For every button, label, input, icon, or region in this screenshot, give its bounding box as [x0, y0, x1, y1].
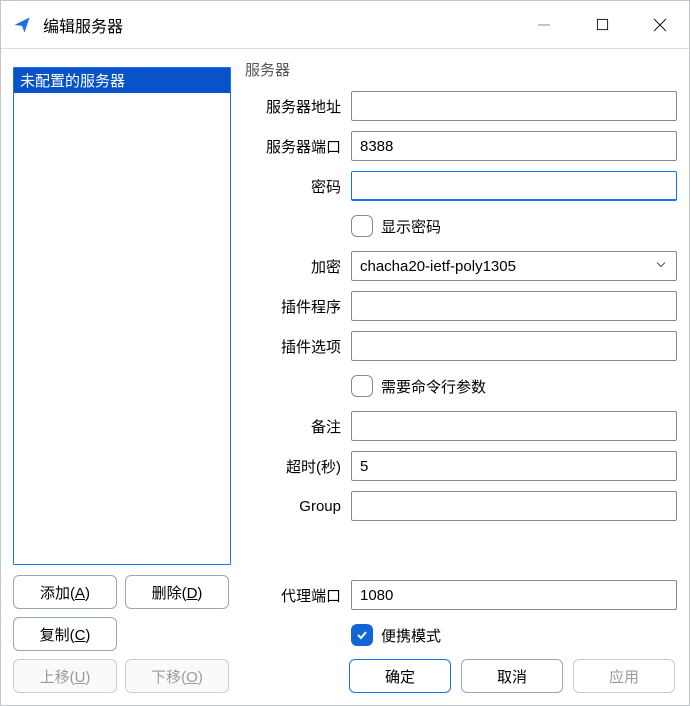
list-buttons: 添加(A) 删除(D) 复制(C) 上移(U) 下移(O): [13, 575, 231, 693]
minimize-button[interactable]: [515, 1, 573, 48]
apply-button: 应用: [573, 659, 675, 693]
footer-buttons: 确定 取消 应用: [245, 659, 677, 693]
moveup-button: 上移(U): [13, 659, 117, 693]
titlebar: 编辑服务器: [1, 1, 689, 49]
timeout-input[interactable]: [351, 451, 677, 481]
close-button[interactable]: [631, 1, 689, 48]
plugin-prog-input[interactable]: [351, 291, 677, 321]
cancel-button[interactable]: 取消: [461, 659, 563, 693]
portable-checkbox[interactable]: [351, 624, 373, 646]
proxy-port-label: 代理端口: [245, 585, 351, 606]
proxy-port-input[interactable]: [351, 580, 677, 610]
app-icon: [11, 14, 33, 36]
content: 未配置的服务器 添加(A) 删除(D) 复制(C) 上移(U) 下移(O) 服务…: [1, 49, 689, 705]
show-password-checkbox[interactable]: [351, 215, 373, 237]
right-column: 服务器 服务器地址 服务器端口 密码: [245, 59, 677, 693]
window-title: 编辑服务器: [43, 13, 123, 37]
remark-input[interactable]: [351, 411, 677, 441]
left-column: 未配置的服务器 添加(A) 删除(D) 复制(C) 上移(U) 下移(O): [13, 59, 231, 693]
group-field-label: Group: [245, 498, 351, 515]
password-input[interactable]: [351, 171, 677, 201]
plugin-prog-label: 插件程序: [245, 296, 351, 317]
timeout-label: 超时(秒): [245, 456, 351, 477]
cli-args-checkbox[interactable]: [351, 375, 373, 397]
server-addr-input[interactable]: [351, 91, 677, 121]
show-password-label: 显示密码: [381, 216, 441, 237]
window: 编辑服务器 未配置的服务器 添加(A) 删除(D) 复制(C) 上: [0, 0, 690, 706]
bottom-area: 代理端口 便携模式 确定 取消 应用: [245, 571, 677, 693]
copy-button[interactable]: 复制(C): [13, 617, 117, 651]
group-field-input[interactable]: [351, 491, 677, 521]
maximize-button[interactable]: [573, 1, 631, 48]
plugin-opts-label: 插件选项: [245, 336, 351, 357]
plugin-opts-input[interactable]: [351, 331, 677, 361]
ok-button[interactable]: 确定: [349, 659, 451, 693]
group-label: 服务器: [245, 59, 677, 80]
form: 服务器地址 服务器端口 密码 显示密码: [245, 84, 677, 522]
portable-label: 便携模式: [381, 625, 441, 646]
encryption-select[interactable]: [351, 251, 677, 281]
movedown-button: 下移(O): [125, 659, 229, 693]
list-item[interactable]: 未配置的服务器: [14, 68, 230, 93]
cli-args-label: 需要命令行参数: [381, 376, 486, 397]
add-button[interactable]: 添加(A): [13, 575, 117, 609]
password-label: 密码: [245, 176, 351, 197]
server-addr-label: 服务器地址: [245, 96, 351, 117]
remark-label: 备注: [245, 416, 351, 437]
server-port-label: 服务器端口: [245, 136, 351, 157]
server-list[interactable]: 未配置的服务器: [13, 67, 231, 565]
server-port-input[interactable]: [351, 131, 677, 161]
delete-button[interactable]: 删除(D): [125, 575, 229, 609]
encryption-label: 加密: [245, 256, 351, 277]
